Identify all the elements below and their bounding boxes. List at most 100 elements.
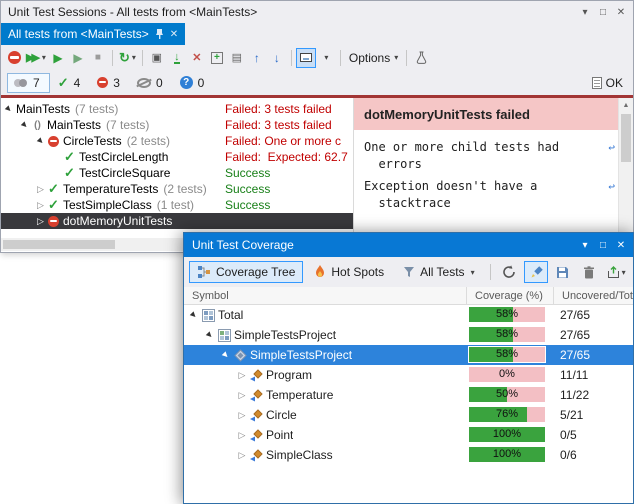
tree-row-testcirclesquare[interactable]: ✓ TestCircleSquare Success	[1, 165, 353, 181]
run-all-tests-button[interactable]: ▶▶ ▾	[24, 48, 48, 68]
failed-icon	[97, 77, 108, 88]
tab-close-icon[interactable]: ✕	[170, 29, 178, 40]
scroll-up-icon[interactable]: ▲	[619, 98, 633, 113]
expander-icon[interactable]: ▷	[35, 216, 46, 227]
coverage-tree-grid: ▶ Total 58% 27/65 ▶ SimpleTestsProject 5…	[184, 305, 633, 503]
close-icon[interactable]: ✕	[612, 237, 630, 253]
expander-icon[interactable]: ▷	[35, 200, 46, 211]
column-coverage[interactable]: Coverage (%)	[467, 287, 554, 304]
expander-icon[interactable]: ▶	[204, 331, 216, 339]
uncovered-total: 11/22	[560, 388, 589, 402]
window-menu-chevron-icon[interactable]: ▾	[576, 237, 594, 253]
coverage-row-simpleclass[interactable]: ▷ SimpleClass 100% 0/6	[184, 445, 633, 465]
stop-button[interactable]: ■	[88, 48, 108, 68]
expander-icon[interactable]: ▶	[35, 137, 46, 145]
coverage-percent: 76%	[469, 407, 545, 422]
delete-snapshot-button[interactable]	[578, 261, 602, 283]
coverage-bar: 100%	[469, 447, 545, 462]
debug-tests-button[interactable]: ▶	[68, 48, 88, 68]
tree-row-testcirclelength[interactable]: ✓ TestCircleLength Failed: Expected: 62.…	[1, 149, 353, 165]
coverage-row-total[interactable]: ▶ Total 58% 27/65	[184, 305, 633, 325]
expander-icon[interactable]: ▷	[236, 430, 248, 441]
expander-icon[interactable]: ▷	[236, 370, 248, 381]
highlight-code-button[interactable]	[524, 261, 548, 283]
pin-icon[interactable]	[155, 28, 164, 40]
tree-row-temperaturetests[interactable]: ▷ ✓ TemperatureTests (2 tests) Success	[1, 181, 353, 197]
test-status: Failed: One or more c	[225, 134, 341, 148]
close-session-button[interactable]: ✕	[187, 48, 207, 68]
maximize-icon[interactable]: □	[594, 4, 612, 20]
inconclusive-counter[interactable]: ? 0	[174, 74, 214, 92]
group-by-button[interactable]: ▤	[227, 48, 247, 68]
remove-icon: ✕	[192, 51, 201, 64]
output-scrollbar[interactable]: ▲	[618, 98, 633, 252]
failed-counter[interactable]: 3	[91, 74, 129, 92]
expander-icon[interactable]: ▶	[3, 105, 14, 113]
title-bar[interactable]: Unit Test Sessions - All tests from <Mai…	[1, 1, 633, 23]
update-coverage-button[interactable]	[498, 261, 522, 283]
save-snapshot-button[interactable]	[551, 261, 575, 283]
close-icon[interactable]: ✕	[612, 4, 630, 20]
chevron-down-icon[interactable]: ▾	[132, 53, 136, 62]
previous-test-button[interactable]: ↑	[247, 48, 267, 68]
symbol-name: SimpleClass	[266, 448, 333, 462]
scrollbar-thumb[interactable]	[3, 240, 115, 249]
assembly-icon	[232, 349, 248, 362]
tree-row-maintests[interactable]: ▶ MainTests (7 tests) Failed: 3 tests fa…	[1, 101, 353, 117]
expander-icon[interactable]: ▷	[236, 390, 248, 401]
symbol-name: Point	[266, 428, 293, 442]
append-tests-button[interactable]: +	[207, 48, 227, 68]
expander-icon[interactable]: ▷	[35, 184, 46, 195]
test-count: (2 tests)	[163, 182, 206, 196]
ignored-counter[interactable]: 0	[131, 74, 172, 92]
tab-all-tests[interactable]: All tests from <MainTests> ✕	[1, 23, 185, 45]
chevron-down-icon[interactable]: ▾	[42, 53, 46, 62]
coverage-columns-header[interactable]: Symbol Coverage (%) Uncovered/Tota	[184, 287, 633, 305]
coverage-row-point[interactable]: ▷ Point 100% 0/5	[184, 425, 633, 445]
output-position-menu-button[interactable]: ▾	[316, 48, 336, 68]
export-button[interactable]: ▾	[604, 261, 628, 283]
hot-spots-tab[interactable]: Hot Spots	[306, 261, 392, 283]
tree-row-maintests-class[interactable]: ▶ () MainTests (7 tests) Failed: 3 tests…	[1, 117, 353, 133]
tab-label: All tests from <MainTests>	[8, 27, 149, 41]
tree-row-circletests[interactable]: ▶ CircleTests (2 tests) Failed: One or m…	[1, 133, 353, 149]
options-button[interactable]: Options ▾	[345, 51, 402, 65]
next-test-button[interactable]: ↓	[267, 48, 287, 68]
expander-icon[interactable]: ▶	[220, 351, 232, 359]
coverage-row-temperature[interactable]: ▷ Temperature 50% 11/22	[184, 385, 633, 405]
coverage-row-assembly[interactable]: ▶ SimpleTestsProject 58% 27/65	[184, 345, 633, 365]
uncovered-total: 27/65	[560, 328, 590, 342]
import-results-button[interactable]: ↓	[167, 48, 187, 68]
expander-icon[interactable]: ▶	[188, 311, 200, 319]
coverage-row-project[interactable]: ▶ SimpleTestsProject 58% 27/65	[184, 325, 633, 345]
toolbar-separator	[340, 50, 341, 66]
new-session-button[interactable]: ▣	[147, 48, 167, 68]
tests-filter-dropdown[interactable]: All Tests ▾	[395, 261, 482, 283]
tree-row-testsimpleclass[interactable]: ▷ ✓ TestSimpleClass (1 test) Success	[1, 197, 353, 213]
column-symbol[interactable]: Symbol	[184, 287, 467, 304]
expander-icon[interactable]: ▷	[236, 410, 248, 421]
coverage-title-bar[interactable]: Unit Test Coverage ▾ □ ✕	[184, 233, 633, 257]
aborted-counter-toggle[interactable]: 7	[7, 73, 50, 93]
passed-counter[interactable]: ✓ 4	[52, 73, 90, 93]
coverage-row-program[interactable]: ▷ Program 0% 11/11	[184, 365, 633, 385]
expander-icon[interactable]: ▷	[236, 450, 248, 461]
coverage-tree-tab[interactable]: Coverage Tree	[189, 261, 303, 283]
debug-run-icon: ▶	[73, 51, 82, 65]
expander-icon[interactable]: ▶	[19, 121, 30, 129]
failure-header: dotMemoryUnitTests failed	[354, 98, 633, 130]
passed-icon: ✓	[62, 149, 77, 165]
test-settings-button[interactable]	[411, 48, 431, 68]
window-menu-chevron-icon[interactable]: ▾	[576, 4, 594, 20]
test-name: MainTests	[47, 118, 101, 132]
maximize-icon[interactable]: □	[594, 237, 612, 253]
coverage-row-circle[interactable]: ▷ Circle 76% 5/21	[184, 405, 633, 425]
output-position-button[interactable]	[296, 48, 316, 68]
run-tests-button[interactable]: ▶	[48, 48, 68, 68]
scrollbar-thumb[interactable]	[621, 114, 631, 162]
rerun-failed-tests-button[interactable]: ↻ ▾	[117, 48, 138, 68]
output-line: Exception doesn't have a ↩	[364, 178, 615, 195]
column-uncovered[interactable]: Uncovered/Tota	[554, 287, 633, 304]
test-status: Failed: 3 tests failed	[225, 102, 332, 116]
tree-row-dotmemoryunittests[interactable]: ▷ dotMemoryUnitTests	[1, 213, 353, 229]
